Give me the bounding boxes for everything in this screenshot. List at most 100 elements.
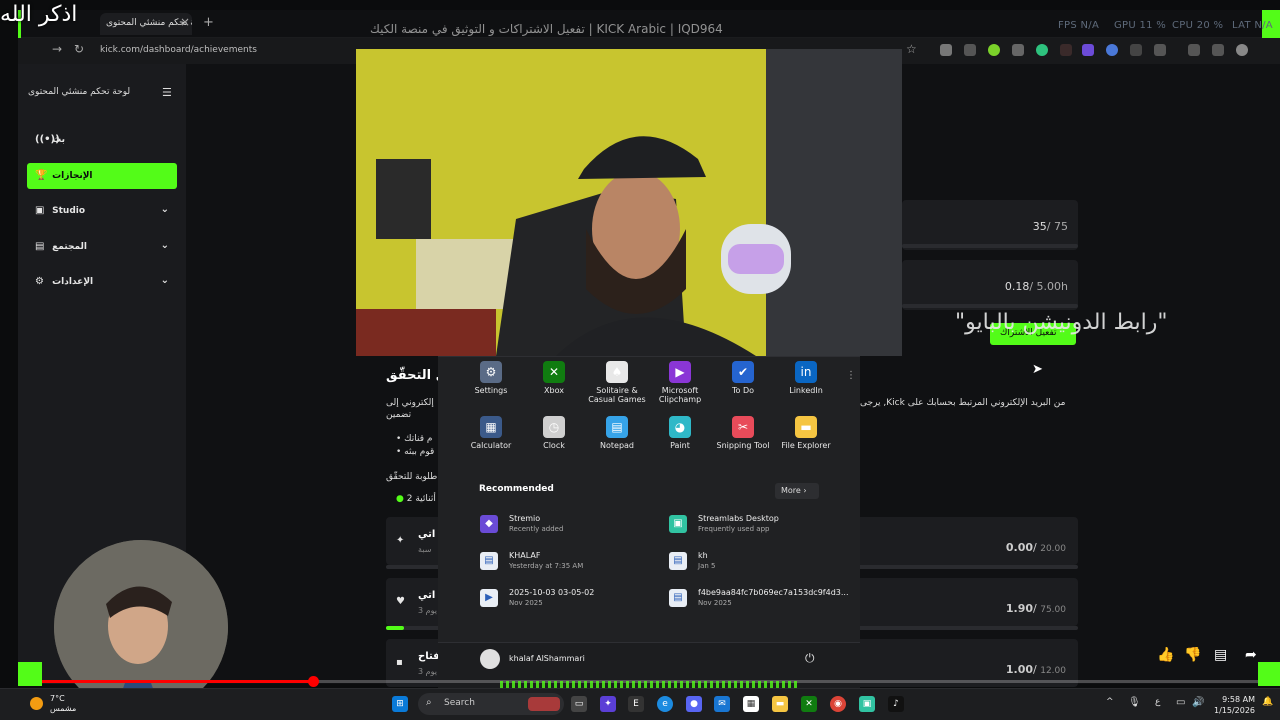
- tiktok-icon[interactable]: ♪: [888, 696, 904, 712]
- store-icon[interactable]: ▦: [743, 696, 759, 712]
- forward-icon[interactable]: →: [52, 42, 62, 56]
- sidebar-item-label: الإنجازات: [52, 171, 93, 181]
- chrome-icon[interactable]: ◉: [830, 696, 846, 712]
- extension-c-icon[interactable]: [1036, 44, 1048, 56]
- settings-icon: ⚙: [480, 361, 502, 383]
- url-field[interactable]: kick.com/dashboard/achievements: [94, 42, 294, 60]
- pinned-app-notepad[interactable]: ▤ Notepad: [582, 416, 652, 450]
- extension-play-icon[interactable]: [988, 44, 1000, 56]
- search-icon: ⌕: [426, 697, 432, 708]
- sidebar-item-community[interactable]: ▤ المجتمع ⌄: [27, 234, 177, 260]
- extension-drop-icon[interactable]: [1106, 44, 1118, 56]
- pinned-app-solitaire-casual-games[interactable]: ♠ Solitaire & Casual Games: [582, 361, 652, 404]
- video-scrubber-handle[interactable]: [308, 676, 319, 687]
- user-avatar[interactable]: [480, 649, 500, 669]
- streamlabs-icon: ▣: [669, 514, 687, 533]
- user-name[interactable]: khalaf AlShammari: [509, 654, 585, 663]
- recommended-item[interactable]: ▤ kh Jan 5: [669, 551, 715, 570]
- download-icon[interactable]: [1188, 44, 1200, 56]
- pinned-app-linkedin[interactable]: in LinkedIn: [771, 361, 841, 395]
- copilot-icon[interactable]: ✦: [600, 696, 616, 712]
- new-tab-icon[interactable]: +: [203, 15, 214, 30]
- more-button[interactable]: More ›: [775, 483, 819, 499]
- extension-robot-icon[interactable]: [940, 44, 952, 56]
- card-progress: [902, 304, 1078, 308]
- row-value: 0.00/ 20.00: [1005, 541, 1066, 554]
- sidebar-item-studio[interactable]: ▣ Studio ⌄: [27, 198, 177, 224]
- sidebar-item-label: الإعدادات: [52, 277, 94, 287]
- sidebar-item-settings[interactable]: ⚙ الإعدادات ⌄: [27, 269, 177, 295]
- pinned-app-snipping-tool[interactable]: ✂ Snipping Tool: [708, 416, 778, 450]
- task-view-icon[interactable]: ▭: [571, 696, 587, 712]
- microphone-icon[interactable]: 🎙: [1128, 697, 1141, 708]
- weather-widget[interactable]: 7°C مشمس: [50, 694, 76, 714]
- profile-avatar-icon[interactable]: [1236, 44, 1248, 56]
- sidebar-item-achievements[interactable]: 🏆 الإنجازات: [27, 163, 177, 189]
- extensions-puzzle-icon[interactable]: [1154, 44, 1166, 56]
- weather-sun-icon[interactable]: [30, 697, 43, 710]
- pinned-app-label: Paint: [670, 441, 690, 450]
- row-sub: 3 يوم: [418, 667, 437, 676]
- recommended-item[interactable]: ◆ Stremio Recently added: [480, 514, 563, 533]
- sidebar-collapse-icon[interactable]: ☰: [162, 86, 172, 99]
- pinned-app-microsoft-clipchamp[interactable]: ▶ Microsoft Clipchamp: [645, 361, 715, 404]
- edge-icon[interactable]: e: [657, 696, 673, 712]
- recommended-item[interactable]: ▤ f4be9aa84fc7b069ec7a153dc9f4d3... Nov 20…: [669, 588, 848, 607]
- extension-store-icon[interactable]: [964, 44, 976, 56]
- pinned-app-settings[interactable]: ⚙ Settings: [456, 361, 526, 395]
- recommended-item[interactable]: ▶ 2025-10-03 03-05-02 Nov 2025: [480, 588, 594, 607]
- notification-bell-icon[interactable]: 🔔: [1262, 697, 1273, 707]
- tab-close-icon[interactable]: ×: [180, 15, 190, 29]
- extension-arrow-icon[interactable]: [1060, 44, 1072, 56]
- dislike-icon[interactable]: 👎: [1184, 647, 1201, 663]
- power-icon[interactable]: ⏻: [805, 651, 815, 666]
- bookmark-star-icon[interactable]: ☆: [906, 42, 917, 56]
- comments-icon[interactable]: ▤: [1214, 647, 1227, 663]
- pinned-app-clock[interactable]: ◷ Clock: [519, 416, 589, 450]
- reload-icon[interactable]: ↻: [74, 42, 84, 56]
- chevron-right-icon: ›: [803, 486, 807, 495]
- streamlabs-icon[interactable]: ▣: [859, 696, 875, 712]
- extension-v-icon[interactable]: [1082, 44, 1094, 56]
- mail-icon[interactable]: ✉: [714, 696, 730, 712]
- perf-lat: LAT N/A: [1232, 20, 1273, 31]
- taskbar-clock[interactable]: 9:58 AM 1/15/2026: [1214, 694, 1255, 716]
- share-icon[interactable]: ➦: [1245, 647, 1257, 663]
- recommended-text: Stremio Recently added: [509, 514, 563, 533]
- recommended-sub: Recently added: [509, 525, 564, 533]
- pinned-app-to-do[interactable]: ✔ To Do: [708, 361, 778, 395]
- language-indicator[interactable]: ع: [1155, 697, 1160, 707]
- notepad-icon: ▤: [606, 416, 628, 438]
- clock-icon: ◷: [543, 416, 565, 438]
- check-circle-icon: ●: [396, 494, 404, 504]
- windows-start-icon[interactable]: ⊞: [392, 696, 408, 712]
- discord-icon[interactable]: ●: [686, 696, 702, 712]
- network-icon[interactable]: ▭: [1176, 697, 1185, 708]
- browser-tab[interactable]: لوحة تحكم منشئي المحتوى | Kick: [100, 13, 192, 35]
- like-icon[interactable]: 👍: [1157, 647, 1174, 663]
- verify-line: يرجى ,Kick من البريد الإلكتروني المرتبط …: [860, 398, 1066, 408]
- pinned-app-label: Xbox: [544, 386, 564, 395]
- sidepanel-icon[interactable]: [1212, 44, 1224, 56]
- pinned-app-file-explorer[interactable]: ▬ File Explorer: [771, 416, 841, 450]
- perf-gpu: GPU 11 %: [1114, 20, 1167, 31]
- extension-square-icon[interactable]: [1130, 44, 1142, 56]
- recommended-text: kh Jan 5: [698, 551, 715, 570]
- xbox-icon[interactable]: ✕: [801, 696, 817, 712]
- pinned-app-xbox[interactable]: ✕ Xbox: [519, 361, 589, 395]
- file-explorer-icon[interactable]: ▬: [772, 696, 788, 712]
- sidebar-item-broadcast[interactable]: ((•)) بث: [27, 127, 177, 153]
- recommended-item[interactable]: ▣ Streamlabs Desktop Frequently used app: [669, 514, 779, 533]
- pinned-more-dots-icon[interactable]: ⋮: [846, 370, 856, 381]
- pinned-app-calculator[interactable]: ▦ Calculator: [456, 416, 526, 450]
- pinned-app-paint[interactable]: ◕ Paint: [645, 416, 715, 450]
- extension-a-icon[interactable]: [1012, 44, 1024, 56]
- epic-games-icon[interactable]: E: [628, 696, 644, 712]
- recommended-item[interactable]: ▤ KHALAF Yesterday at 7:35 AM: [480, 551, 583, 570]
- volume-icon[interactable]: 🔊: [1192, 697, 1204, 708]
- heart-icon: ♥: [396, 596, 405, 607]
- recommended-sub: Nov 2025: [509, 599, 543, 607]
- chevron-down-icon: ⌄: [160, 240, 169, 251]
- webcam-overlay: [356, 49, 902, 356]
- show-hidden-icons-chevron-up-icon[interactable]: ^: [1106, 697, 1114, 707]
